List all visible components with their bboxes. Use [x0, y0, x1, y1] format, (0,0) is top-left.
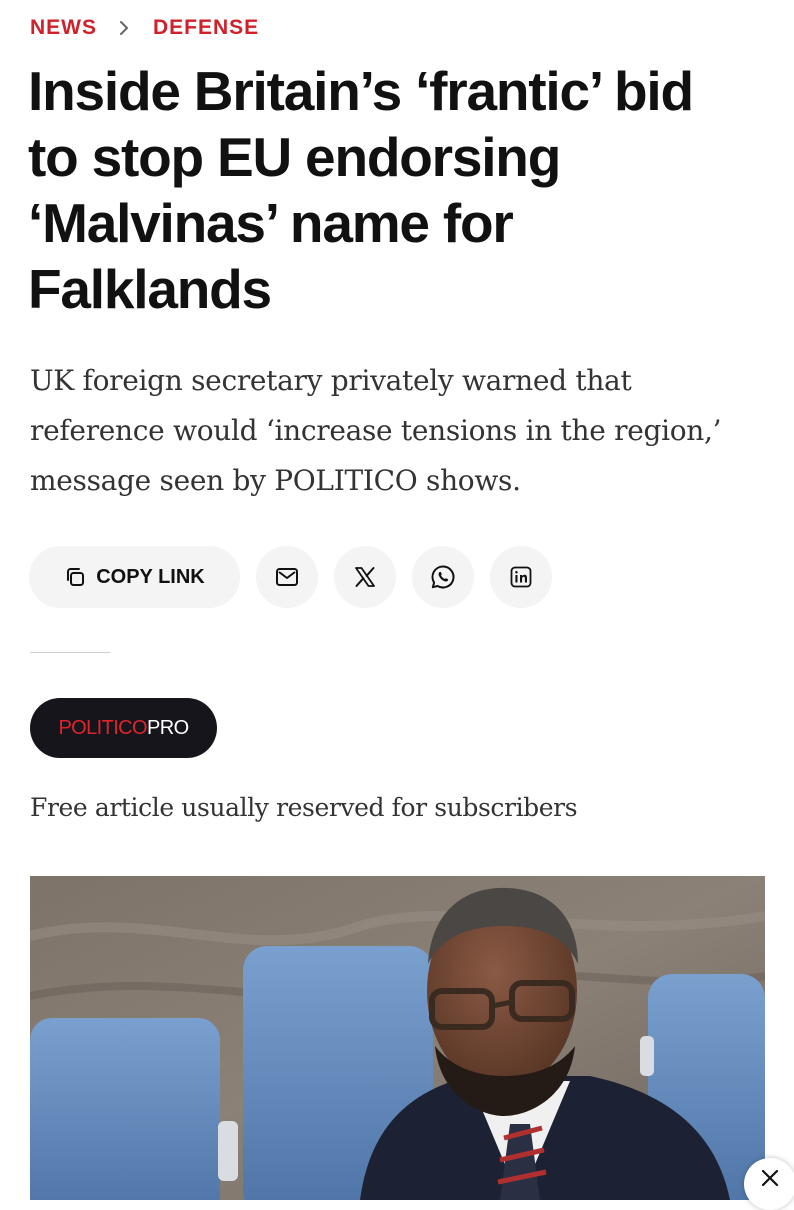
x-icon — [354, 566, 376, 588]
breadcrumb-news-link[interactable]: NEWS — [30, 16, 97, 40]
breadcrumb-defense-link[interactable]: DEFENSE — [153, 16, 259, 40]
whatsapp-icon — [430, 564, 456, 590]
dek-line: UK foreign secretary privately warned th… — [30, 364, 632, 397]
headline-line: to stop EU endorsing — [28, 126, 561, 188]
article-photo — [30, 876, 765, 1200]
linkedin-icon — [510, 566, 532, 588]
headline-line: Inside Britain’s ‘frantic’ bid — [28, 60, 694, 122]
share-linkedin-button[interactable] — [490, 546, 552, 608]
article-headline: Inside Britain’s ‘frantic’ bid to stop E… — [28, 58, 768, 322]
chair-left — [30, 1018, 220, 1200]
divider — [30, 652, 110, 653]
mail-icon — [275, 567, 299, 587]
free-article-note: Free article usually reserved for subscr… — [30, 793, 578, 822]
close-ad-button[interactable] — [744, 1158, 794, 1210]
badge-pro-text: PRO — [147, 716, 189, 739]
close-icon — [760, 1168, 780, 1191]
share-whatsapp-button[interactable] — [412, 546, 474, 608]
headline-line: Falklands — [28, 258, 272, 320]
politico-pro-badge[interactable]: POLITICO PRO — [30, 698, 217, 758]
copy-icon — [64, 566, 86, 588]
dek-line: reference would ‘increase tensions in th… — [30, 414, 722, 447]
share-bar: COPY LINK — [29, 546, 552, 608]
share-email-button[interactable] — [256, 546, 318, 608]
copy-link-button[interactable]: COPY LINK — [29, 546, 240, 608]
dek-line: message seen by POLITICO shows. — [30, 464, 521, 497]
share-x-button[interactable] — [334, 546, 396, 608]
article-dek: UK foreign secretary privately warned th… — [30, 356, 750, 506]
chevron-right-icon — [119, 20, 129, 36]
badge-politico-text: POLITICO — [58, 716, 147, 739]
copy-link-label: COPY LINK — [96, 565, 205, 588]
headline-line: ‘Malvinas’ name for — [28, 192, 514, 254]
breadcrumb: NEWS DEFENSE — [30, 14, 259, 42]
